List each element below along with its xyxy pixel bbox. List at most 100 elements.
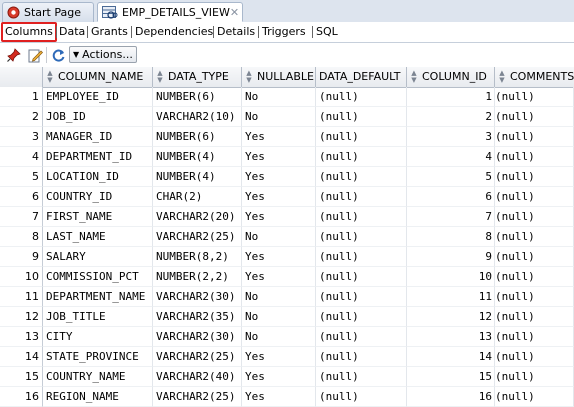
cell-data-default[interactable]: (null) xyxy=(316,167,407,187)
cell-column-id[interactable]: 4 xyxy=(407,147,495,167)
table-row[interactable]: 15 COUNTRY_NAME VARCHAR2(40) Yes (null) 15 (nu… xyxy=(0,367,574,387)
cell-comments[interactable]: (null) xyxy=(495,87,574,107)
table-row[interactable]: 6 COUNTRY_ID CHAR(2) Yes (null) 6 (null) xyxy=(0,187,574,207)
cell-comments[interactable]: (null) xyxy=(495,367,574,387)
tab-emp-details-view[interactable]: EMP_DETAILS_VIEW ✕ xyxy=(97,2,243,22)
cell-data-type[interactable]: VARCHAR2(25) xyxy=(153,387,242,407)
cell-column-id[interactable]: 14 xyxy=(407,347,495,367)
subtab-triggers[interactable]: Triggers xyxy=(262,22,306,42)
cell-column-name[interactable]: LOCATION_ID xyxy=(43,167,153,187)
cell-nullable[interactable]: No xyxy=(242,87,316,107)
actions-menu-button[interactable]: ▼ Actions... xyxy=(69,46,137,63)
cell-column-name[interactable]: CITY xyxy=(43,327,153,347)
cell-data-type[interactable]: NUMBER(6) xyxy=(153,87,242,107)
subtab-columns[interactable]: Columns xyxy=(1,22,57,42)
cell-comments[interactable]: (null) xyxy=(495,207,574,227)
cell-nullable[interactable]: No xyxy=(242,307,316,327)
cell-comments[interactable]: (null) xyxy=(495,287,574,307)
cell-data-type[interactable]: VARCHAR2(25) xyxy=(153,347,242,367)
cell-nullable[interactable]: Yes xyxy=(242,387,316,407)
cell-nullable[interactable]: Yes xyxy=(242,367,316,387)
cell-column-id[interactable]: 3 xyxy=(407,127,495,147)
table-row[interactable]: 9 SALARY NUMBER(8,2) Yes (null) 9 (null) xyxy=(0,247,574,267)
cell-data-default[interactable]: (null) xyxy=(316,287,407,307)
cell-nullable[interactable]: Yes xyxy=(242,167,316,187)
subtab-grants[interactable]: Grants xyxy=(91,22,128,42)
cell-column-name[interactable]: COMMISSION_PCT xyxy=(43,267,153,287)
subtab-sql[interactable]: SQL xyxy=(316,22,338,42)
table-row[interactable]: 13 CITY VARCHAR2(30) No (null) 13 (null) xyxy=(0,327,574,347)
cell-column-name[interactable]: LAST_NAME xyxy=(43,227,153,247)
cell-data-default[interactable]: (null) xyxy=(316,347,407,367)
cell-data-default[interactable]: (null) xyxy=(316,207,407,227)
cell-comments[interactable]: (null) xyxy=(495,227,574,247)
refresh-icon[interactable] xyxy=(50,47,66,63)
cell-data-type[interactable]: NUMBER(8,2) xyxy=(153,247,242,267)
cell-column-name[interactable]: COUNTRY_ID xyxy=(43,187,153,207)
cell-nullable[interactable]: Yes xyxy=(242,347,316,367)
table-row[interactable]: 7 FIRST_NAME VARCHAR2(20) Yes (null) 7 (null) xyxy=(0,207,574,227)
cell-column-name[interactable]: REGION_NAME xyxy=(43,387,153,407)
cell-nullable[interactable]: No xyxy=(242,107,316,127)
cell-data-type[interactable]: VARCHAR2(30) xyxy=(153,287,242,307)
cell-column-id[interactable]: 8 xyxy=(407,227,495,247)
cell-nullable[interactable]: Yes xyxy=(242,207,316,227)
cell-comments[interactable]: (null) xyxy=(495,187,574,207)
table-row[interactable]: 11 DEPARTMENT_NAME VARCHAR2(30) No (null) 11(… xyxy=(0,287,574,307)
table-row[interactable]: 1 EMPLOYEE_ID NUMBER(6) No (null) 1 (null) xyxy=(0,87,574,107)
cell-data-type[interactable]: VARCHAR2(35) xyxy=(153,307,242,327)
cell-column-id[interactable]: 7 xyxy=(407,207,495,227)
cell-column-name[interactable]: DEPARTMENT_ID xyxy=(43,147,153,167)
cell-nullable[interactable]: No xyxy=(242,287,316,307)
cell-comments[interactable]: (null) xyxy=(495,347,574,367)
cell-comments[interactable]: (null) xyxy=(495,247,574,267)
header-column-id[interactable]: ▲ ▼ COLUMN_ID xyxy=(407,67,495,87)
cell-column-name[interactable]: STATE_PROVINCE xyxy=(43,347,153,367)
header-nullable[interactable]: ▲ ▼ NULLABLE xyxy=(242,67,316,87)
cell-data-default[interactable]: (null) xyxy=(316,107,407,127)
cell-data-default[interactable]: (null) xyxy=(316,307,407,327)
table-row[interactable]: 14 STATE_PROVINCE VARCHAR2(25) Yes (null) 14(… xyxy=(0,347,574,367)
cell-comments[interactable]: (null) xyxy=(495,147,574,167)
cell-data-default[interactable]: (null) xyxy=(316,327,407,347)
cell-data-default[interactable]: (null) xyxy=(316,187,407,207)
cell-column-name[interactable]: EMPLOYEE_ID xyxy=(43,87,153,107)
header-data-default[interactable]: DATA_DEFAULT xyxy=(316,67,407,87)
subtab-details[interactable]: Details xyxy=(217,22,255,42)
cell-column-name[interactable]: COUNTRY_NAME xyxy=(43,367,153,387)
tab-start-page[interactable]: Start Page xyxy=(2,2,94,22)
cell-column-id[interactable]: 1 xyxy=(407,87,495,107)
cell-column-id[interactable]: 2 xyxy=(407,107,495,127)
cell-comments[interactable]: (null) xyxy=(495,107,574,127)
cell-data-type[interactable]: NUMBER(6) xyxy=(153,127,242,147)
cell-column-id[interactable]: 12 xyxy=(407,307,495,327)
cell-data-type[interactable]: NUMBER(2,2) xyxy=(153,267,242,287)
cell-data-type[interactable]: NUMBER(4) xyxy=(153,147,242,167)
cell-column-id[interactable]: 15 xyxy=(407,367,495,387)
cell-data-type[interactable]: NUMBER(4) xyxy=(153,167,242,187)
cell-data-type[interactable]: VARCHAR2(40) xyxy=(153,367,242,387)
cell-column-id[interactable]: 11 xyxy=(407,287,495,307)
cell-data-type[interactable]: VARCHAR2(10) xyxy=(153,107,242,127)
cell-comments[interactable]: (null) xyxy=(495,307,574,327)
table-row[interactable]: 12 JOB_TITLE VARCHAR2(35) No (null) 12 (null) xyxy=(0,307,574,327)
cell-data-type[interactable]: CHAR(2) xyxy=(153,187,242,207)
cell-column-id[interactable]: 13 xyxy=(407,327,495,347)
cell-comments[interactable]: (null) xyxy=(495,127,574,147)
close-tab-icon[interactable]: ✕ xyxy=(230,6,239,19)
cell-data-type[interactable]: VARCHAR2(20) xyxy=(153,207,242,227)
cell-column-id[interactable]: 16 xyxy=(407,387,495,407)
table-row[interactable]: 5 LOCATION_ID NUMBER(4) Yes (null) 5 (null) xyxy=(0,167,574,187)
cell-data-default[interactable]: (null) xyxy=(316,127,407,147)
cell-column-id[interactable]: 9 xyxy=(407,247,495,267)
cell-column-name[interactable]: JOB_ID xyxy=(43,107,153,127)
cell-data-default[interactable]: (null) xyxy=(316,367,407,387)
cell-comments[interactable]: (null) xyxy=(495,267,574,287)
table-row[interactable]: 8 LAST_NAME VARCHAR2(25) No (null) 8 (null) xyxy=(0,227,574,247)
cell-column-id[interactable]: 6 xyxy=(407,187,495,207)
cell-data-default[interactable]: (null) xyxy=(316,87,407,107)
cell-nullable[interactable]: No xyxy=(242,327,316,347)
subtab-dependencies[interactable]: Dependencies xyxy=(135,22,213,42)
cell-data-default[interactable]: (null) xyxy=(316,227,407,247)
cell-data-default[interactable]: (null) xyxy=(316,247,407,267)
